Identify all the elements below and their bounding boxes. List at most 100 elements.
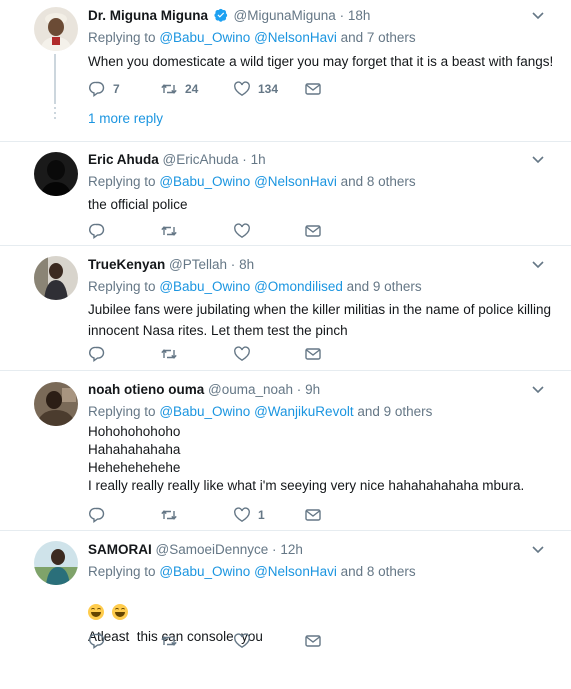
retweet-count: 24 — [185, 82, 199, 96]
like-icon — [234, 507, 250, 523]
grinning-face-emoji — [88, 604, 104, 620]
user-handle[interactable]: @SamoeiDennyce — [156, 542, 269, 557]
timestamp[interactable]: 1h — [251, 152, 266, 167]
reply-button[interactable] — [88, 632, 106, 650]
like-button[interactable] — [233, 632, 251, 650]
mention-link[interactable]: @Babu_Owino — [159, 174, 250, 189]
avatar[interactable] — [34, 382, 78, 426]
caret-down-icon[interactable] — [531, 383, 545, 397]
caret-down-icon[interactable] — [531, 9, 545, 23]
user-handle[interactable]: @MigunaMiguna — [234, 8, 336, 23]
tweet-header: Eric Ahuda @EricAhuda · 1h — [88, 151, 266, 169]
separator-dot: · — [296, 382, 302, 397]
message-button[interactable] — [304, 345, 322, 363]
tweet-truekenyan[interactable]: TrueKenyan @PTellah · 8h Replying to @Ba… — [0, 246, 571, 371]
message-button[interactable] — [304, 632, 322, 650]
message-icon — [305, 509, 321, 521]
display-name[interactable]: TrueKenyan — [88, 257, 165, 272]
replying-to: Replying to @Babu_Owino @WanjikuRevolt a… — [88, 403, 432, 421]
more-replies-link[interactable]: 1 more reply — [88, 111, 163, 126]
mention-link[interactable]: @Babu_Owino — [159, 30, 250, 45]
tweet-text-line: Jubilee fans were jubilating when the ki… — [88, 302, 551, 317]
like-button[interactable]: 134 — [233, 80, 278, 98]
like-icon — [234, 633, 250, 649]
replying-to-label: Replying to — [88, 564, 156, 579]
display-name[interactable]: SAMORAI — [88, 542, 152, 557]
reply-icon — [89, 81, 105, 97]
like-button[interactable]: 1 — [233, 506, 265, 524]
message-button[interactable] — [304, 506, 322, 524]
tweet-noah-otieno-ouma[interactable]: noah otieno ouma @ouma_noah · 9h Replyin… — [0, 371, 571, 531]
retweet-button[interactable]: 24 — [160, 80, 198, 98]
tweet-miguna[interactable]: Dr. Miguna Miguna @MigunaMiguna · 18h Re… — [0, 0, 571, 142]
retweet-button[interactable] — [160, 345, 178, 363]
tweet-samorai[interactable]: SAMORAI @SamoeiDennyce · 12h Replying to… — [0, 531, 571, 659]
mention-link[interactable]: @Babu_Owino — [159, 279, 250, 294]
reply-count: 7 — [113, 82, 120, 96]
reply-button[interactable] — [88, 345, 106, 363]
like-button[interactable] — [233, 222, 251, 240]
tweet-text-line: the official police — [88, 197, 188, 212]
message-button[interactable] — [304, 222, 322, 240]
mention-link[interactable]: @NelsonHavi — [254, 174, 337, 189]
like-button[interactable] — [233, 345, 251, 363]
reply-icon — [89, 223, 105, 239]
others-count[interactable]: and 8 others — [341, 564, 416, 579]
mention-link[interactable]: @Babu_Owino — [159, 404, 250, 419]
avatar[interactable] — [34, 256, 78, 300]
timestamp[interactable]: 8h — [239, 257, 254, 272]
mention-link[interactable]: @WanjikuRevolt — [254, 404, 353, 419]
tweet-header: TrueKenyan @PTellah · 8h — [88, 256, 254, 274]
mention-link[interactable]: @Omondilised — [254, 279, 343, 294]
tweet-header: SAMORAI @SamoeiDennyce · 12h — [88, 541, 303, 559]
others-count[interactable]: and 7 others — [341, 30, 416, 45]
avatar[interactable] — [34, 7, 78, 51]
caret-down-icon[interactable] — [531, 258, 545, 272]
like-count: 134 — [258, 82, 279, 96]
timestamp[interactable]: 9h — [305, 382, 320, 397]
user-handle[interactable]: @EricAhuda — [163, 152, 239, 167]
tweet-text: Hohohohohoho Hahahahahaha Hehehehehehe I… — [88, 423, 548, 495]
others-count[interactable]: and 9 others — [357, 404, 432, 419]
tweet-header: Dr. Miguna Miguna @MigunaMiguna · 18h — [88, 7, 370, 25]
reply-icon — [89, 507, 105, 523]
mention-link[interactable]: @Babu_Owino — [159, 564, 250, 579]
others-count[interactable]: and 9 others — [347, 279, 422, 294]
tweet-eric-ahuda[interactable]: Eric Ahuda @EricAhuda · 1h Replying to @… — [0, 142, 571, 246]
display-name[interactable]: Dr. Miguna Miguna — [88, 8, 208, 23]
reply-icon — [89, 633, 105, 649]
retweet-button[interactable] — [160, 506, 178, 524]
avatar[interactable] — [34, 152, 78, 196]
emoji-row — [88, 604, 132, 620]
user-handle[interactable]: @ouma_noah — [208, 382, 293, 397]
user-handle[interactable]: @PTellah — [169, 257, 227, 272]
timestamp[interactable]: 18h — [348, 8, 371, 23]
caret-down-icon[interactable] — [531, 153, 545, 167]
retweet-icon — [161, 84, 177, 94]
retweet-icon — [161, 226, 177, 236]
mention-link[interactable]: @NelsonHavi — [254, 564, 337, 579]
retweet-button[interactable] — [160, 632, 178, 650]
replying-to: Replying to @Babu_Owino @Omondilised and… — [88, 278, 422, 296]
display-name[interactable]: noah otieno ouma — [88, 382, 204, 397]
avatar[interactable] — [34, 541, 78, 585]
retweet-button[interactable] — [160, 222, 178, 240]
display-name[interactable]: Eric Ahuda — [88, 152, 159, 167]
tweet-text-line: I really really really like what i'm see… — [88, 478, 525, 493]
replying-to-label: Replying to — [88, 30, 156, 45]
retweet-icon — [161, 510, 177, 520]
reply-button[interactable]: 7 — [88, 80, 120, 98]
verified-badge-icon — [214, 8, 227, 22]
mention-link[interactable]: @NelsonHavi — [254, 30, 337, 45]
others-count[interactable]: and 8 others — [341, 174, 416, 189]
tweet-text: Jubilee fans were jubilating when the ki… — [88, 299, 551, 341]
message-icon — [305, 83, 321, 95]
separator-dot: · — [339, 8, 345, 23]
reply-button[interactable] — [88, 222, 106, 240]
message-button[interactable] — [304, 80, 322, 98]
replying-to: Replying to @Babu_Owino @NelsonHavi and … — [88, 29, 416, 47]
caret-down-icon[interactable] — [531, 543, 545, 557]
timestamp[interactable]: 12h — [280, 542, 303, 557]
reply-button[interactable] — [88, 506, 106, 524]
tweet-text: When you domesticate a wild tiger you ma… — [88, 51, 553, 72]
